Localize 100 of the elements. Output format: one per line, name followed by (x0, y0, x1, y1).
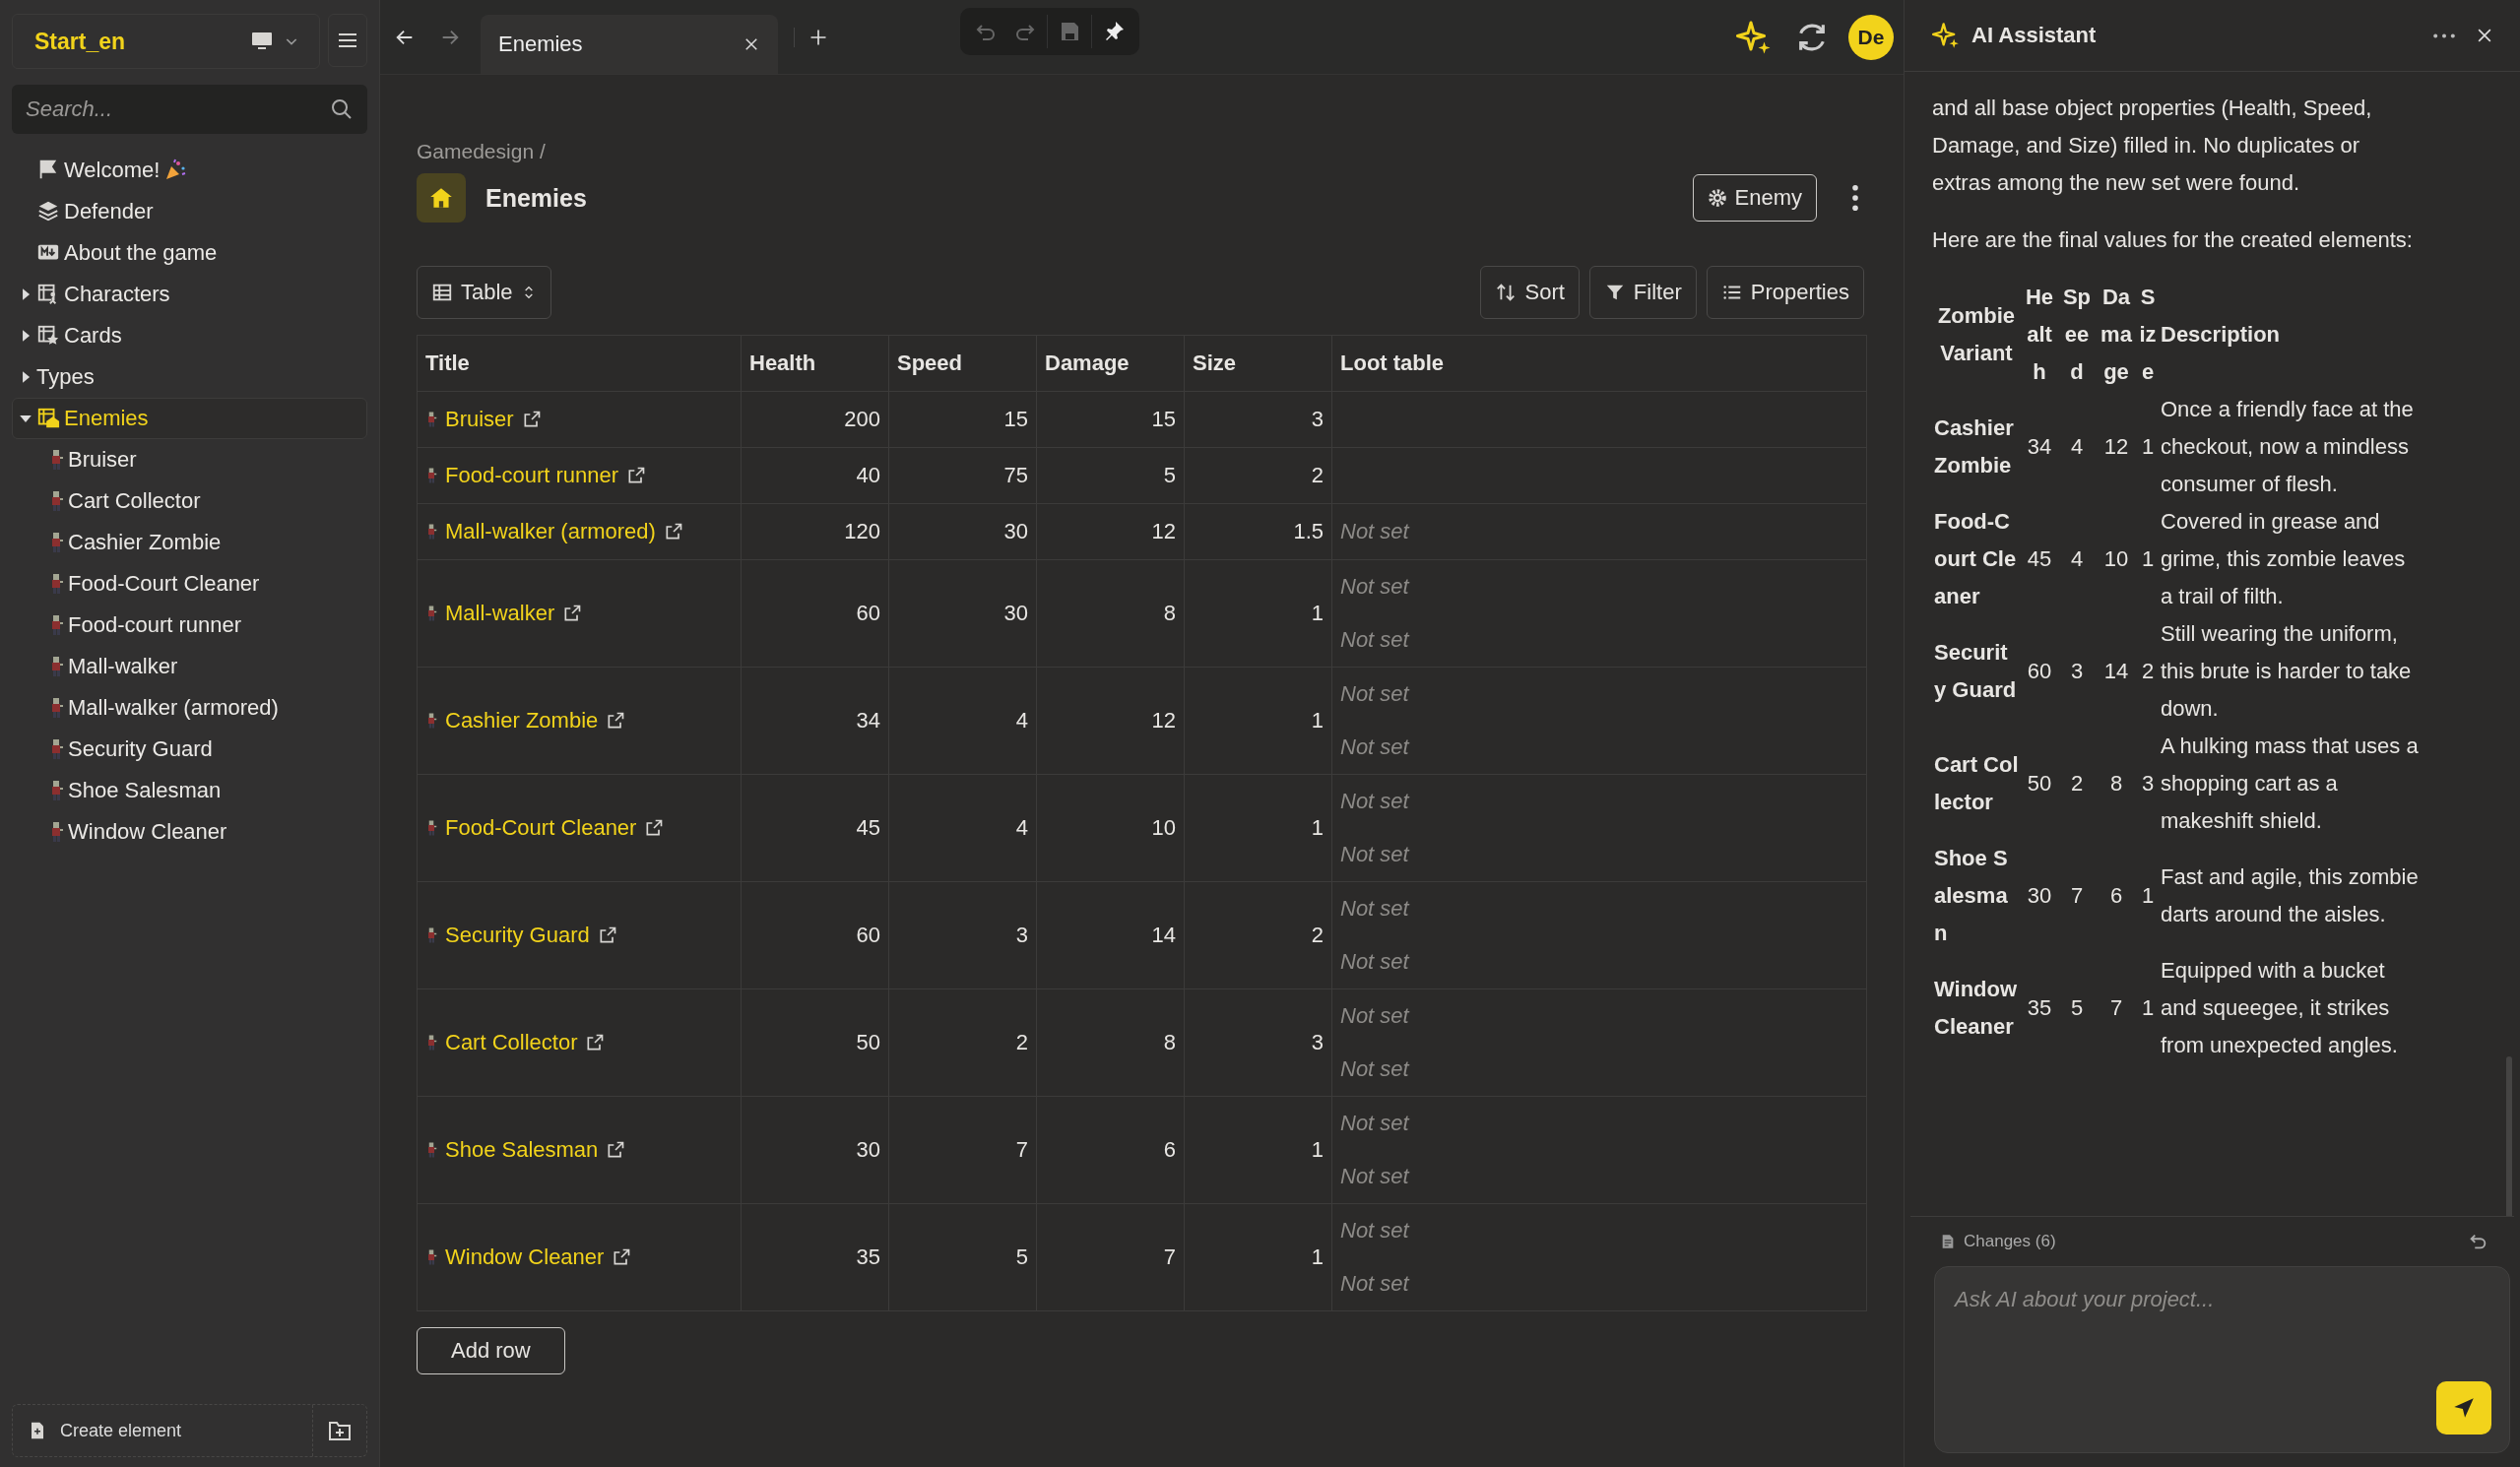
empty-value: Not set (1339, 626, 1411, 654)
column-header: Size (2138, 284, 2158, 386)
tree-item[interactable]: Defender (12, 191, 367, 232)
add-row-button[interactable]: Add row (417, 1327, 565, 1374)
table-cell: 15 (1036, 391, 1185, 448)
tree-item[interactable]: Mall-walker (12, 646, 367, 687)
row-title-link[interactable]: Cart Collector (445, 1030, 578, 1055)
view-selector[interactable]: Table (417, 266, 551, 319)
column-header: Speed (2061, 284, 2093, 386)
project-switcher[interactable]: Start_en (12, 14, 320, 69)
chat-input[interactable]: Ask AI about your project... (1953, 1285, 2491, 1381)
tree-item[interactable]: Bruiser (12, 439, 367, 480)
external-link-icon[interactable] (612, 1247, 632, 1267)
tree-item[interactable]: Welcome! (12, 150, 367, 191)
table-house-icon (36, 407, 60, 430)
tree-item[interactable]: Mall-walker (armored) (12, 687, 367, 729)
table-cell-text: 1 (2140, 545, 2156, 573)
tree-item[interactable]: Types (12, 356, 367, 398)
external-link-icon[interactable] (562, 604, 583, 623)
tree-item[interactable]: Enemies (12, 398, 367, 439)
row-title-link[interactable]: Shoe Salesman (445, 1137, 599, 1163)
search-field[interactable]: Search... (12, 85, 367, 134)
tree-item[interactable]: Cards (12, 315, 367, 356)
tree-item[interactable]: Shoe Salesman (12, 770, 367, 811)
empty-value: Not set (1339, 734, 1411, 761)
column-header[interactable]: Size (1184, 335, 1332, 392)
table-cell: 5 (1036, 447, 1185, 504)
external-link-icon[interactable] (644, 818, 665, 838)
table-cell-text: 3 (2140, 770, 2156, 797)
zombie-figure-icon (425, 468, 437, 483)
tree-item[interactable]: Cart Collector (12, 480, 367, 522)
external-link-icon[interactable] (606, 711, 626, 731)
empty-value: Not set (1339, 573, 1411, 601)
table-cell-text: Covered in grease and grime, this zombie leaves a trail of filth. (2160, 508, 2407, 610)
tree-item[interactable]: Cashier Zombie (12, 522, 367, 563)
table-cell-text: 1 (2140, 882, 2156, 910)
send-button[interactable] (2436, 1381, 2491, 1435)
row-title-link[interactable]: Food-Court Cleaner (445, 815, 637, 841)
table-cell: 2 (1184, 881, 1332, 989)
row-title-link[interactable]: Window Cleaner (445, 1244, 605, 1270)
empty-value: Not set (1339, 1110, 1411, 1137)
table-cell: 7 (1036, 1203, 1185, 1311)
changes-button[interactable]: Changes (6) (1940, 1232, 2455, 1251)
close-icon[interactable] (743, 35, 760, 53)
tree-item[interactable]: Characters (12, 274, 367, 315)
toolbar-button[interactable]: Filter (1588, 266, 1697, 319)
table-cell: 1.5 (1184, 503, 1332, 560)
row-title-link[interactable]: Security Guard (445, 923, 590, 948)
column-header[interactable]: Title (417, 335, 742, 392)
row-title-link[interactable]: Mall-walker (445, 601, 555, 626)
column-header: Damage (2100, 284, 2133, 386)
sparkle-icon (1736, 19, 1772, 55)
tree-item[interactable]: Window Cleaner (12, 811, 367, 853)
column-header[interactable]: Loot table (1331, 335, 1867, 392)
column-header[interactable]: Damage (1036, 335, 1185, 392)
table-cell: 5 (888, 1203, 1037, 1311)
breadcrumb[interactable]: Gamedesign / (417, 140, 1864, 163)
table-cell-text: Window Cleaner (1933, 976, 2019, 1041)
table-cell-text: 30 (2026, 882, 2053, 910)
row-title-link[interactable]: Bruiser (445, 407, 514, 432)
user-avatar[interactable]: De (1848, 14, 1894, 60)
tab[interactable]: Enemies (481, 15, 778, 74)
more-icon (1852, 185, 1858, 211)
column-header: Zombie Variant (1936, 302, 2017, 367)
table-cell-text: 2 (2069, 770, 2085, 797)
column-header[interactable]: Health (741, 335, 889, 392)
table-cell-text: Security Guard (1933, 639, 2018, 704)
empty-value: Not set (1339, 680, 1411, 708)
type-button[interactable]: Enemy (1692, 174, 1817, 222)
row-title-link[interactable]: Cashier Zombie (445, 708, 599, 734)
layers-icon (36, 200, 60, 223)
tree-item[interactable]: Food-court runner (12, 605, 367, 646)
external-link-icon[interactable] (626, 466, 647, 485)
column-header: Description (2160, 321, 2282, 349)
table-cell: 40 (741, 447, 889, 504)
zombie-figure-icon (425, 524, 437, 540)
table-cell-text: 5 (2069, 994, 2085, 1022)
toolbar-button[interactable]: Sort (1480, 266, 1580, 319)
table-icon (431, 282, 453, 303)
table-cell: 120 (741, 503, 889, 560)
tree-item[interactable]: Food-Court Cleaner (12, 563, 367, 605)
zombie-figure-icon (425, 1249, 437, 1265)
external-link-icon[interactable] (585, 1033, 606, 1052)
external-link-icon[interactable] (606, 1140, 626, 1160)
column-header[interactable]: Speed (888, 335, 1037, 392)
scrollbar[interactable] (2506, 1056, 2512, 1216)
table-cell-text: 34 (2026, 433, 2053, 461)
table-cell: 15 (888, 391, 1037, 448)
panel-title: AI Assistant (1971, 23, 2098, 48)
menu-button[interactable] (328, 14, 367, 67)
table-cell: 2 (1184, 447, 1332, 504)
tree-item[interactable]: Security Guard (12, 729, 367, 770)
chat-input-box[interactable]: Ask AI about your project... (1934, 1266, 2510, 1453)
empty-value: Not set (1339, 788, 1411, 815)
table-cell: 35 (741, 1203, 889, 1311)
tree-item[interactable]: About the game (12, 232, 367, 274)
table-cell: 1 (1184, 1203, 1332, 1311)
table-cell: 7 (888, 1096, 1037, 1204)
table-cell: 2 (888, 989, 1037, 1097)
toolbar-button[interactable]: Properties (1706, 266, 1864, 319)
